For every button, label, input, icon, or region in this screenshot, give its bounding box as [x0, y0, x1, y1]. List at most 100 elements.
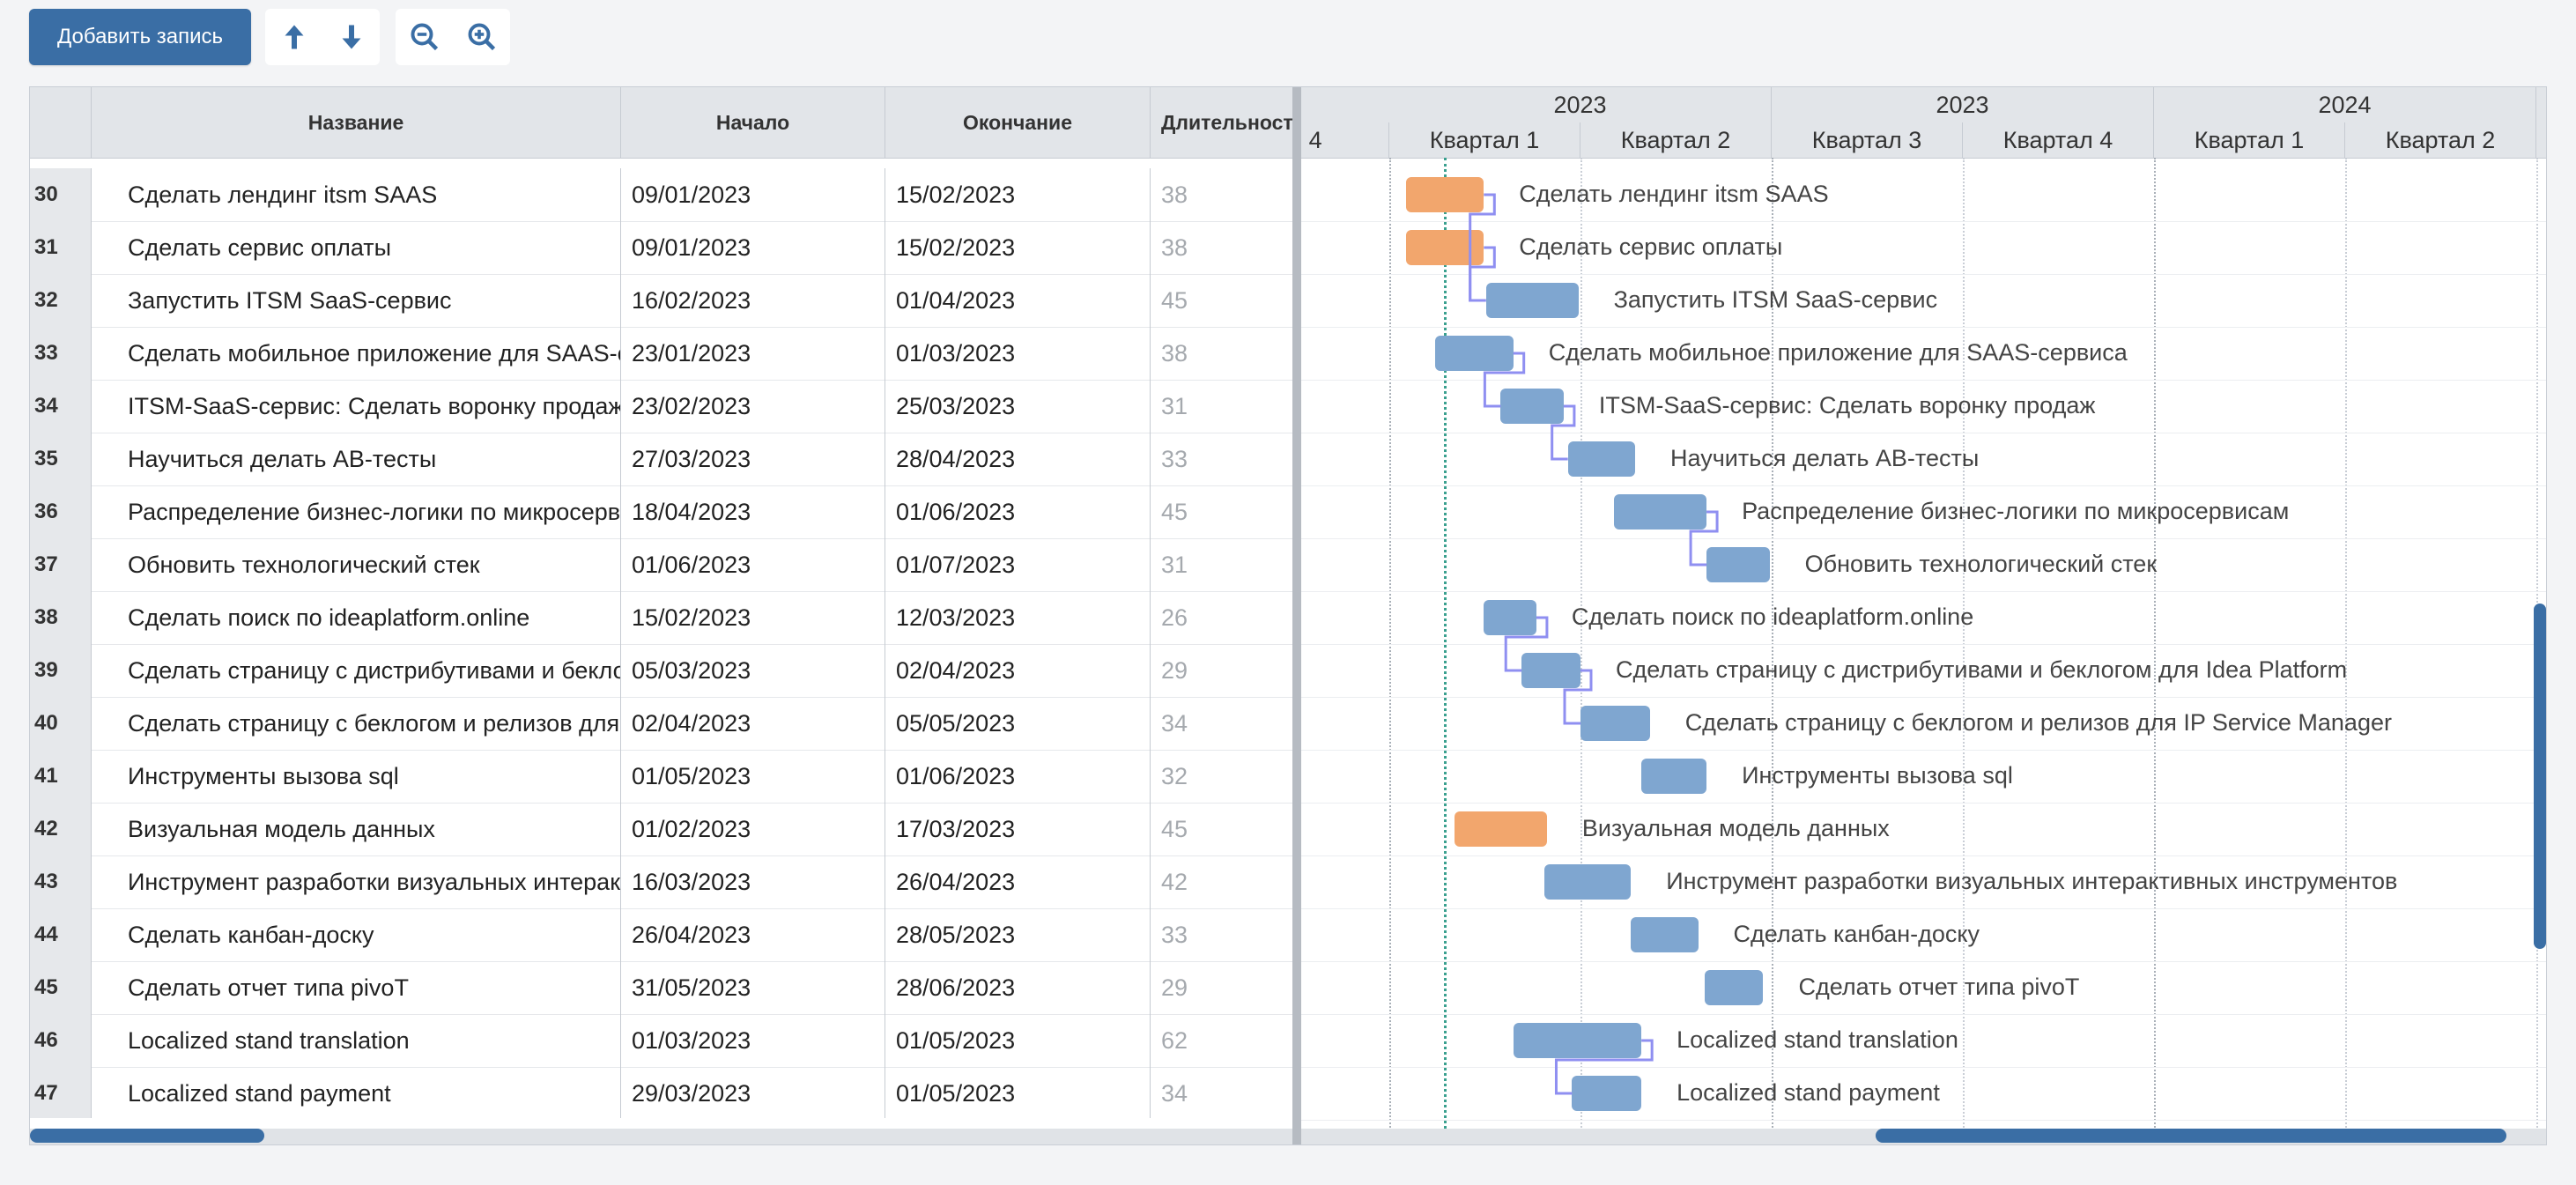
- grid-horizontal-scrollbar[interactable]: [30, 1129, 1292, 1144]
- row-number[interactable]: 39: [30, 644, 92, 697]
- start-date-cell[interactable]: 26/04/2023: [621, 908, 885, 961]
- task-name-cell[interactable]: Localized stand translation: [92, 1014, 621, 1067]
- start-date-cell[interactable]: 01/03/2023: [621, 1014, 885, 1067]
- start-date-cell[interactable]: 27/03/2023: [621, 433, 885, 485]
- table-row[interactable]: 44 Сделать канбан-доску 26/04/2023 28/05/20…: [30, 908, 1292, 962]
- scrollbar-thumb[interactable]: [30, 1129, 264, 1143]
- end-date-cell[interactable]: 05/05/2023: [885, 697, 1151, 750]
- dependency-link[interactable]: [1483, 352, 1526, 408]
- row-number[interactable]: 32: [30, 274, 92, 327]
- start-date-cell[interactable]: 01/02/2023: [621, 803, 885, 855]
- dependency-link[interactable]: [1563, 669, 1593, 725]
- duration-cell[interactable]: 42: [1151, 855, 1292, 908]
- end-date-cell[interactable]: 25/03/2023: [885, 380, 1151, 433]
- duration-cell[interactable]: 29: [1151, 644, 1292, 697]
- duration-cell[interactable]: 26: [1151, 591, 1292, 644]
- start-date-cell[interactable]: 09/01/2023: [621, 221, 885, 274]
- row-number[interactable]: 43: [30, 855, 92, 908]
- end-date-cell[interactable]: 15/02/2023: [885, 221, 1151, 274]
- table-row[interactable]: 39 Сделать страницу с дистрибутивами и бе…: [30, 644, 1292, 698]
- header-start[interactable]: Начало: [621, 87, 885, 158]
- end-date-cell[interactable]: 01/05/2023: [885, 1014, 1151, 1067]
- start-date-cell[interactable]: 23/02/2023: [621, 380, 885, 433]
- row-number[interactable]: 46: [30, 1014, 92, 1067]
- table-row[interactable]: 30 Сделать лендинг itsm SAAS 09/01/2023 15/…: [30, 168, 1292, 222]
- table-row[interactable]: 33 Сделать мобильное приложение для SAAS-…: [30, 327, 1292, 381]
- end-date-cell[interactable]: 01/06/2023: [885, 485, 1151, 538]
- duration-cell[interactable]: 29: [1151, 961, 1292, 1014]
- row-number[interactable]: 45: [30, 961, 92, 1014]
- add-record-button[interactable]: Добавить запись: [29, 9, 251, 65]
- table-row[interactable]: 36 Распределение бизнес-логики по микросе…: [30, 485, 1292, 539]
- end-date-cell[interactable]: 01/07/2023: [885, 538, 1151, 591]
- end-date-cell[interactable]: 26/04/2023: [885, 855, 1151, 908]
- end-date-cell[interactable]: 01/04/2023: [885, 274, 1151, 327]
- table-row[interactable]: 47 Localized stand payment 29/03/2023 01/05…: [30, 1067, 1292, 1118]
- task-name-cell[interactable]: Обновить технологический стек: [92, 538, 621, 591]
- table-row[interactable]: 31 Сделать сервис оплаты 09/01/2023 15/02/2…: [30, 221, 1292, 275]
- grid-chart-splitter[interactable]: [1292, 87, 1301, 1144]
- start-date-cell[interactable]: 16/03/2023: [621, 855, 885, 908]
- end-date-cell[interactable]: 02/04/2023: [885, 644, 1151, 697]
- row-number[interactable]: 47: [30, 1067, 92, 1118]
- dependency-link[interactable]: [1689, 510, 1719, 567]
- duration-cell[interactable]: 45: [1151, 485, 1292, 538]
- vertical-scrollbar[interactable]: [2532, 158, 2546, 1127]
- chart-horizontal-scrollbar[interactable]: [1301, 1129, 2546, 1144]
- end-date-cell[interactable]: 28/06/2023: [885, 961, 1151, 1014]
- end-date-cell[interactable]: 28/05/2023: [885, 908, 1151, 961]
- row-number[interactable]: 35: [30, 433, 92, 485]
- dependency-link[interactable]: [1554, 1039, 1654, 1095]
- task-name-cell[interactable]: Научиться делать AB-тесты: [92, 433, 621, 485]
- duration-cell[interactable]: 34: [1151, 1067, 1292, 1118]
- task-name-cell[interactable]: Сделать страницу с дистрибутивами и бекл…: [92, 644, 621, 697]
- table-row[interactable]: 35 Научиться делать AB-тесты 27/03/2023 28/…: [30, 433, 1292, 486]
- end-date-cell[interactable]: 01/05/2023: [885, 1067, 1151, 1118]
- start-date-cell[interactable]: 05/03/2023: [621, 644, 885, 697]
- zoom-in-icon[interactable]: [464, 19, 500, 55]
- row-number[interactable]: 41: [30, 750, 92, 803]
- table-row[interactable]: 32 Запустить ITSM SaaS-сервис 16/02/2023 01…: [30, 274, 1292, 328]
- task-name-cell[interactable]: Визуальная модель данных: [92, 803, 621, 855]
- duration-cell[interactable]: 32: [1151, 750, 1292, 803]
- end-date-cell[interactable]: 01/06/2023: [885, 750, 1151, 803]
- duration-cell[interactable]: 38: [1151, 168, 1292, 221]
- row-number[interactable]: 31: [30, 221, 92, 274]
- table-row[interactable]: 46 Localized stand translation 01/03/2023 0…: [30, 1014, 1292, 1068]
- task-name-cell[interactable]: Сделать мобильное приложение для SAAS-се…: [92, 327, 621, 380]
- task-name-cell[interactable]: Запустить ITSM SaaS-сервис: [92, 274, 621, 327]
- dependency-link[interactable]: [1469, 246, 1496, 302]
- task-name-cell[interactable]: ITSM-SaaS-сервис: Сделать воронку продаж: [92, 380, 621, 433]
- task-name-cell[interactable]: Сделать канбан-доску: [92, 908, 621, 961]
- row-number[interactable]: 30: [30, 168, 92, 221]
- row-number[interactable]: 33: [30, 327, 92, 380]
- start-date-cell[interactable]: 18/04/2023: [621, 485, 885, 538]
- start-date-cell[interactable]: 01/05/2023: [621, 750, 885, 803]
- task-name-cell[interactable]: Сделать отчет типа pivoT: [92, 961, 621, 1014]
- header-end[interactable]: Окончание: [885, 87, 1151, 158]
- arrow-up-icon[interactable]: [277, 19, 312, 55]
- scrollbar-thumb[interactable]: [2534, 604, 2546, 949]
- row-number[interactable]: 40: [30, 697, 92, 750]
- start-date-cell[interactable]: 02/04/2023: [621, 697, 885, 750]
- duration-cell[interactable]: 45: [1151, 803, 1292, 855]
- start-date-cell[interactable]: 15/02/2023: [621, 591, 885, 644]
- duration-cell[interactable]: 62: [1151, 1014, 1292, 1067]
- duration-cell[interactable]: 38: [1151, 221, 1292, 274]
- row-number[interactable]: 34: [30, 380, 92, 433]
- duration-cell[interactable]: 31: [1151, 380, 1292, 433]
- table-row[interactable]: 40 Сделать страницу с беклогом и релизов …: [30, 697, 1292, 751]
- end-date-cell[interactable]: 01/03/2023: [885, 327, 1151, 380]
- start-date-cell[interactable]: 31/05/2023: [621, 961, 885, 1014]
- duration-cell[interactable]: 45: [1151, 274, 1292, 327]
- end-date-cell[interactable]: 28/04/2023: [885, 433, 1151, 485]
- table-row[interactable]: 38 Сделать поиск по ideaplatform.online 15…: [30, 591, 1292, 645]
- start-date-cell[interactable]: 09/01/2023: [621, 168, 885, 221]
- dependency-link[interactable]: [1551, 404, 1576, 461]
- task-name-cell[interactable]: Сделать страницу с беклогом и релизов дл…: [92, 697, 621, 750]
- row-number[interactable]: 44: [30, 908, 92, 961]
- duration-cell[interactable]: 38: [1151, 327, 1292, 380]
- duration-cell[interactable]: 33: [1151, 908, 1292, 961]
- duration-cell[interactable]: 34: [1151, 697, 1292, 750]
- zoom-out-icon[interactable]: [407, 19, 442, 55]
